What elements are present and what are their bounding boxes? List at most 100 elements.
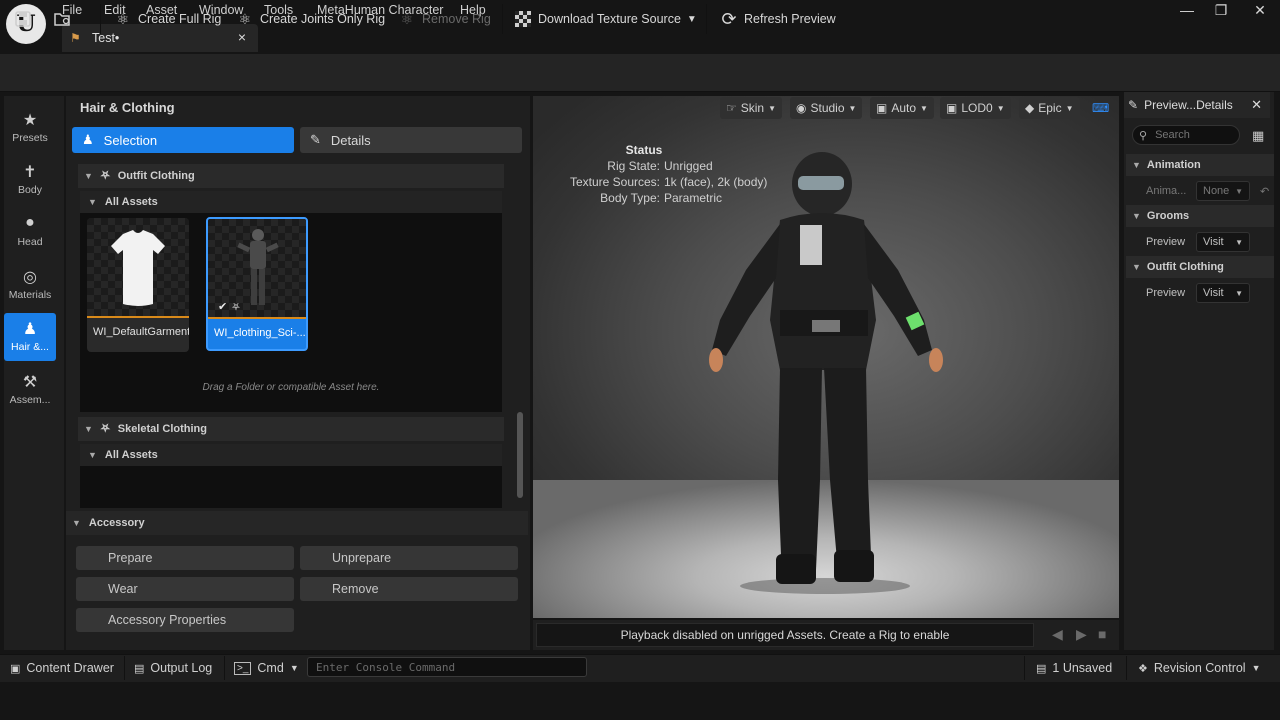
play-icon[interactable]: ▶ [1076,626,1092,642]
output-log-button[interactable]: ▤ Output Log [134,660,212,676]
nav-presets[interactable]: ★ Presets [4,104,56,152]
nav-head[interactable]: ● Head [4,208,56,256]
tab-details[interactable]: ✎ Details [300,127,522,153]
terminal-icon: >_ [234,661,252,675]
character-preview [709,152,943,594]
nav-assembly[interactable]: ⚒ Assem... [4,366,56,414]
drop-hint: Drag a Folder or compatible Asset here. [202,382,380,393]
hair-icon: ♟ [22,321,38,338]
all-assets-header[interactable]: ▼ All Assets [80,191,502,213]
lod-label: LOD0 [961,101,993,115]
console-command-input[interactable] [307,657,587,677]
collapse-arrow-icon: ▼ [84,424,93,434]
remove-rig-button[interactable]: ⚛ Remove Rig [398,8,491,30]
close-tab-icon[interactable]: ✕ [1251,97,1262,113]
content-drawer-label: Content Drawer [26,661,114,675]
grooms-header[interactable]: ▼ Grooms [1126,205,1274,227]
unprepare-button[interactable]: Unprepare [300,546,518,570]
save-button[interactable] [14,8,32,30]
nav-body[interactable]: ✝ Body [4,156,56,204]
chevron-down-icon: ▼ [1235,186,1243,196]
camera-icon: ▣ [876,101,888,115]
chevron-down-icon: ▼ [686,13,697,25]
skin-icon: ☞ [726,101,737,115]
wear-button[interactable]: Wear [76,577,294,601]
outfit-preview-row: Preview Visit ▼ [1126,280,1274,306]
minimize-icon[interactable]: — [1176,2,1198,20]
toolbar [0,54,1280,92]
chevron-down-icon: ▼ [920,103,928,113]
skeletal-clothing-icon: ⛧ [100,422,110,435]
save-icon [14,10,32,28]
close-window-icon[interactable]: ✕ [1249,2,1271,20]
asset-thumbnail [87,218,189,318]
status-overlay: Status Rig State: Unrigged Texture Source… [560,142,780,206]
download-texture-source-button[interactable]: Download Texture Source ▼ [514,8,697,30]
accessory-header[interactable]: ▼ Accessory [66,511,528,535]
nav-head-label: Head [17,236,43,248]
toolbar-separator [100,4,101,34]
skeletal-assets-area[interactable] [80,466,502,508]
asset-label: WI_clothing_Sci-... [214,327,306,339]
asset-tile[interactable]: ✔ ⛧ WI_clothing_Sci-... [206,217,308,351]
skeletal-clothing-header[interactable]: ▼ ⛧ Skeletal Clothing [78,417,504,441]
chevron-down-icon: ▼ [1065,103,1074,113]
remove-button[interactable]: Remove [300,577,518,601]
pencil-icon: ✎ [1128,98,1139,112]
cmd-label: Cmd [257,661,284,675]
play-reverse-icon[interactable]: ◀ [1052,626,1068,642]
outfit-visit-dropdown[interactable]: Visit ▼ [1196,283,1250,303]
browse-asset-button[interactable] [54,8,72,30]
chevron-down-icon: ▼ [1251,663,1261,673]
grooms-visit-dropdown[interactable]: Visit ▼ [1196,232,1250,252]
all-assets-header[interactable]: ▼ All Assets [80,444,502,466]
chevron-down-icon: ▼ [996,103,1005,113]
close-tab-icon[interactable]: × [238,29,246,45]
collapse-arrow-icon: ▼ [88,197,97,207]
skin-view-dropdown[interactable]: ☞ Skin ▼ [720,97,783,119]
outfit-clothing-header[interactable]: ▼ ⛧ Outfit Clothing [78,164,504,188]
status-row: Rig State: Unrigged [607,159,713,173]
nav-presets-label: Presets [12,132,48,144]
create-full-rig-button[interactable]: ⚛ Create Full Rig [114,8,222,30]
create-joints-only-rig-button[interactable]: ⚛ Create Joints Only Rig [236,8,385,30]
toolbar-separator [706,4,707,34]
keyboard-icon[interactable]: ⌨ [1092,101,1109,115]
content-drawer-button[interactable]: ▣ Content Drawer [10,660,114,676]
asset-tile[interactable]: WI_DefaultGarment [87,218,189,352]
unsaved-button[interactable]: ▤ 1 Unsaved [1036,660,1112,676]
nav-hair-clothing[interactable]: ♟ Hair &... [4,313,56,361]
cmd-dropdown[interactable]: >_ Cmd ▼ [234,660,299,676]
lod-dropdown[interactable]: ▣ LOD0 ▼ [940,97,1011,119]
lighting-dropdown[interactable]: ◉ Studio ▼ [790,97,863,119]
all-assets-label: All Assets [104,449,158,461]
camera-dropdown[interactable]: ▣ Auto ▼ [870,97,934,119]
remove-rig-label: Remove Rig [422,12,491,26]
accessory-properties-button[interactable]: Accessory Properties [76,608,294,632]
stop-icon[interactable]: ■ [1098,626,1114,642]
restore-icon[interactable]: ❐ [1210,2,1232,20]
asset-thumbnail: ✔ ⛧ [208,219,306,319]
search-icon: ⚲ [1139,129,1148,142]
outfit-clothing-label: Outfit Clothing [117,170,195,182]
refresh-preview-button[interactable]: ⟳ Refresh Preview [720,8,835,30]
panel-scrollbar[interactable] [517,412,523,498]
revision-control-button[interactable]: ❖ Revision Control ▼ [1138,660,1261,676]
status-title: Status [625,143,663,157]
outfit-clothing-details-header[interactable]: ▼ Outfit Clothing [1126,256,1274,278]
details-tab[interactable]: ✎ Preview...Details ✕ [1124,92,1270,118]
nav-materials[interactable]: ◎ Materials [4,261,56,309]
clothing-type-icon: ⛧ [232,302,240,313]
prepare-button[interactable]: Prepare [76,546,294,570]
tab-selection[interactable]: ♟ Selection [72,127,294,153]
nav-assembly-label: Assem... [9,394,51,406]
grid-view-icon[interactable]: ▦ [1252,128,1266,143]
reset-icon[interactable]: ↶ [1260,185,1269,198]
details-search-input[interactable] [1155,129,1236,141]
anim-dropdown[interactable]: None ▼ [1196,181,1250,201]
details-search[interactable]: ⚲ [1132,125,1240,145]
animation-header[interactable]: ▼ Animation [1126,154,1274,176]
materials-icon: ◎ [23,269,37,286]
quality-dropdown[interactable]: ◆ Epic ▼ [1019,97,1080,119]
outfit-clothing-details-label: Outfit Clothing [1146,261,1224,273]
